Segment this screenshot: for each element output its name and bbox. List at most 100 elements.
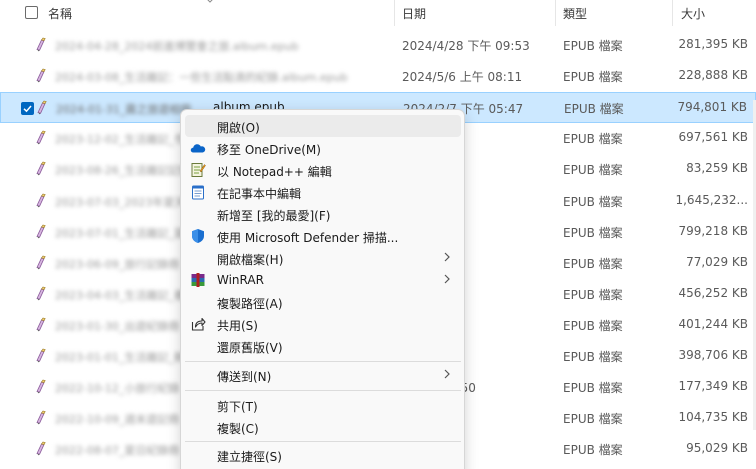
epub-file-icon [35, 441, 49, 456]
menu-item-send-to[interactable]: 傳送到(N) [185, 364, 461, 386]
epub-file-icon [36, 100, 50, 115]
menu-item-winrar[interactable]: WinRAR [185, 269, 461, 291]
file-size: 228,888 KB [678, 68, 748, 83]
column-name-header[interactable]: 名稱 [48, 5, 72, 22]
epub-file-icon [35, 255, 49, 270]
menu-item-label: 開啟(O) [217, 121, 260, 135]
epub-file-icon [35, 410, 49, 425]
file-type: EPUB 檔案 [563, 381, 623, 396]
column-date-header[interactable]: 日期 [402, 5, 426, 22]
chevron-right-icon [444, 252, 450, 262]
menu-item-label: 移至 OneDrive(M) [217, 143, 321, 157]
file-type: EPUB 檔案 [563, 39, 623, 53]
sort-caret-icon [207, 0, 213, 3]
file-type: EPUB 檔案 [563, 412, 623, 427]
row-checkbox[interactable] [21, 102, 34, 116]
epub-file-icon [35, 224, 49, 239]
epub-file-icon [35, 193, 49, 208]
menu-item-copy-path[interactable]: 複製路徑(A) [185, 291, 461, 313]
file-type: EPUB 檔案 [563, 132, 623, 147]
file-type: EPUB 檔案 [563, 318, 623, 333]
epub-file-icon [35, 317, 49, 332]
notepad-icon [192, 185, 204, 200]
file-type: EPUB 檔案 [563, 443, 623, 458]
share-icon [191, 317, 206, 331]
file-name[interactable]: 2022-10-12_小旅行紀錄 [55, 380, 179, 396]
menu-item-restore-versions[interactable]: 還原舊版(V) [185, 335, 461, 357]
file-name[interactable]: 2023-07-01_生活雜記_夏 [55, 225, 185, 241]
file-size: 83,259 KB [686, 161, 748, 176]
menu-item-move-onedrive[interactable]: 移至 OneDrive(M) [185, 137, 461, 159]
file-type: EPUB 檔案 [563, 70, 623, 85]
menu-item-label: 建立捷徑(S) [217, 450, 282, 464]
file-size: 401,244 KB [678, 316, 748, 331]
menu-item-open[interactable]: 開啟(O) [185, 115, 461, 137]
menu-item-edit-notepadpp[interactable]: 以 Notepad++ 編輯 [185, 159, 461, 181]
column-type-header[interactable]: 類型 [563, 5, 587, 22]
menu-item-create-shortcut[interactable]: 建立捷徑(S) [185, 444, 461, 466]
column-size-header[interactable]: 大小 [681, 5, 705, 22]
select-all-checkbox[interactable] [25, 6, 38, 19]
file-size: 104,735 KB [678, 410, 748, 425]
file-type: EPUB 檔案 [563, 194, 623, 209]
file-size: 794,801 KB [677, 100, 747, 115]
menu-item-label: 在記事本中編輯 [217, 187, 302, 201]
file-date: 2024/5/6 上午 08:11 [402, 70, 523, 85]
column-divider[interactable] [394, 0, 395, 26]
file-name[interactable]: 2022-08-07_夏日紀錄冊 [55, 442, 179, 458]
file-name[interactable]: 2024-04-28_2024前進博覽會之旅.album.epub [55, 38, 299, 54]
menu-item-label: 剪下(T) [217, 400, 258, 414]
file-name[interactable]: 2024-01-31_霧之旅遊相冊 [56, 101, 191, 117]
menu-item-defender-scan[interactable]: 使用 Microsoft Defender 掃描... [185, 225, 461, 247]
file-name[interactable]: 2023-01-30_出遊紀錄冊 [55, 318, 179, 334]
menu-item-label: 以 Notepad++ 編輯 [217, 165, 332, 179]
menu-item-label: 共用(S) [217, 319, 258, 333]
file-type: EPUB 檔案 [563, 163, 623, 178]
file-name[interactable]: 2023-06-09_旅行記錄冊 [55, 256, 179, 272]
file-name[interactable]: 2024-03-08_生活雜記：一些生活點滴的紀錄.album.epub [55, 69, 348, 85]
menu-item-add-favorites[interactable]: 新增至 [我的最愛](F) [185, 203, 461, 225]
menu-item-label: 開啟檔案(H) [217, 253, 284, 267]
file-name[interactable]: 2023-01-01_生活雜記_新 [55, 349, 185, 365]
column-divider[interactable] [555, 0, 556, 26]
file-name[interactable]: 2023-12-02_生活雜記_冬日 [55, 131, 196, 147]
file-size: 95,029 KB [686, 441, 748, 456]
file-type: EPUB 檔案 [563, 225, 623, 240]
epub-file-icon [35, 161, 49, 176]
menu-item-copy[interactable]: 複製(C) [185, 416, 461, 438]
epub-file-icon [35, 130, 49, 145]
menu-separator [185, 390, 461, 391]
chevron-right-icon [444, 274, 450, 284]
menu-item-label: WinRAR [217, 273, 264, 287]
menu-separator [185, 441, 461, 442]
menu-item-edit-notepad[interactable]: 在記事本中編輯 [185, 181, 461, 203]
file-name[interactable]: 2023-08-26_生活雜記記錄 [55, 162, 190, 178]
epub-file-icon [35, 37, 49, 52]
menu-item-label: 複製(C) [217, 422, 259, 436]
file-name[interactable]: 2023-04-03_生活雜記_春 [55, 287, 185, 303]
column-header: 名稱 日期 類型 大小 [0, 0, 756, 26]
file-size: 456,252 KB [678, 285, 748, 300]
file-row[interactable]: 2024-04-28_2024前進博覽會之旅.album.epub 2024/4/… [0, 30, 756, 61]
file-type: EPUB 檔案 [564, 102, 624, 117]
menu-item-cut[interactable]: 剪下(T) [185, 394, 461, 416]
menu-item-open-with[interactable]: 開啟檔案(H) [185, 247, 461, 269]
menu-item-share[interactable]: 共用(S) [185, 313, 461, 335]
file-size: 1,645,232... [675, 192, 748, 207]
file-size: 77,029 KB [686, 254, 748, 269]
epub-file-icon [35, 68, 49, 83]
menu-item-label: 使用 Microsoft Defender 掃描... [217, 231, 399, 245]
file-size: 799,218 KB [678, 223, 748, 238]
file-name[interactable]: 2022-10-09_週末遊記冊 [55, 411, 179, 427]
file-size: 281,395 KB [678, 37, 748, 51]
menu-item-label: 傳送到(N) [217, 370, 272, 384]
column-divider[interactable] [672, 0, 673, 26]
epub-file-icon [35, 379, 49, 394]
file-name[interactable]: 2023-07-03_2023年夏天 [55, 194, 185, 210]
chevron-right-icon [444, 369, 450, 379]
file-row[interactable]: 2024-03-08_生活雜記：一些生活點滴的紀錄.album.epub 2024… [0, 61, 756, 92]
epub-file-icon [35, 348, 49, 363]
context-menu: 開啟(O) 移至 OneDrive(M) 以 Notepad++ 編輯 在記事本… [180, 109, 465, 469]
onedrive-icon [190, 144, 206, 153]
menu-item-label: 新增至 [我的最愛](F) [217, 209, 331, 223]
